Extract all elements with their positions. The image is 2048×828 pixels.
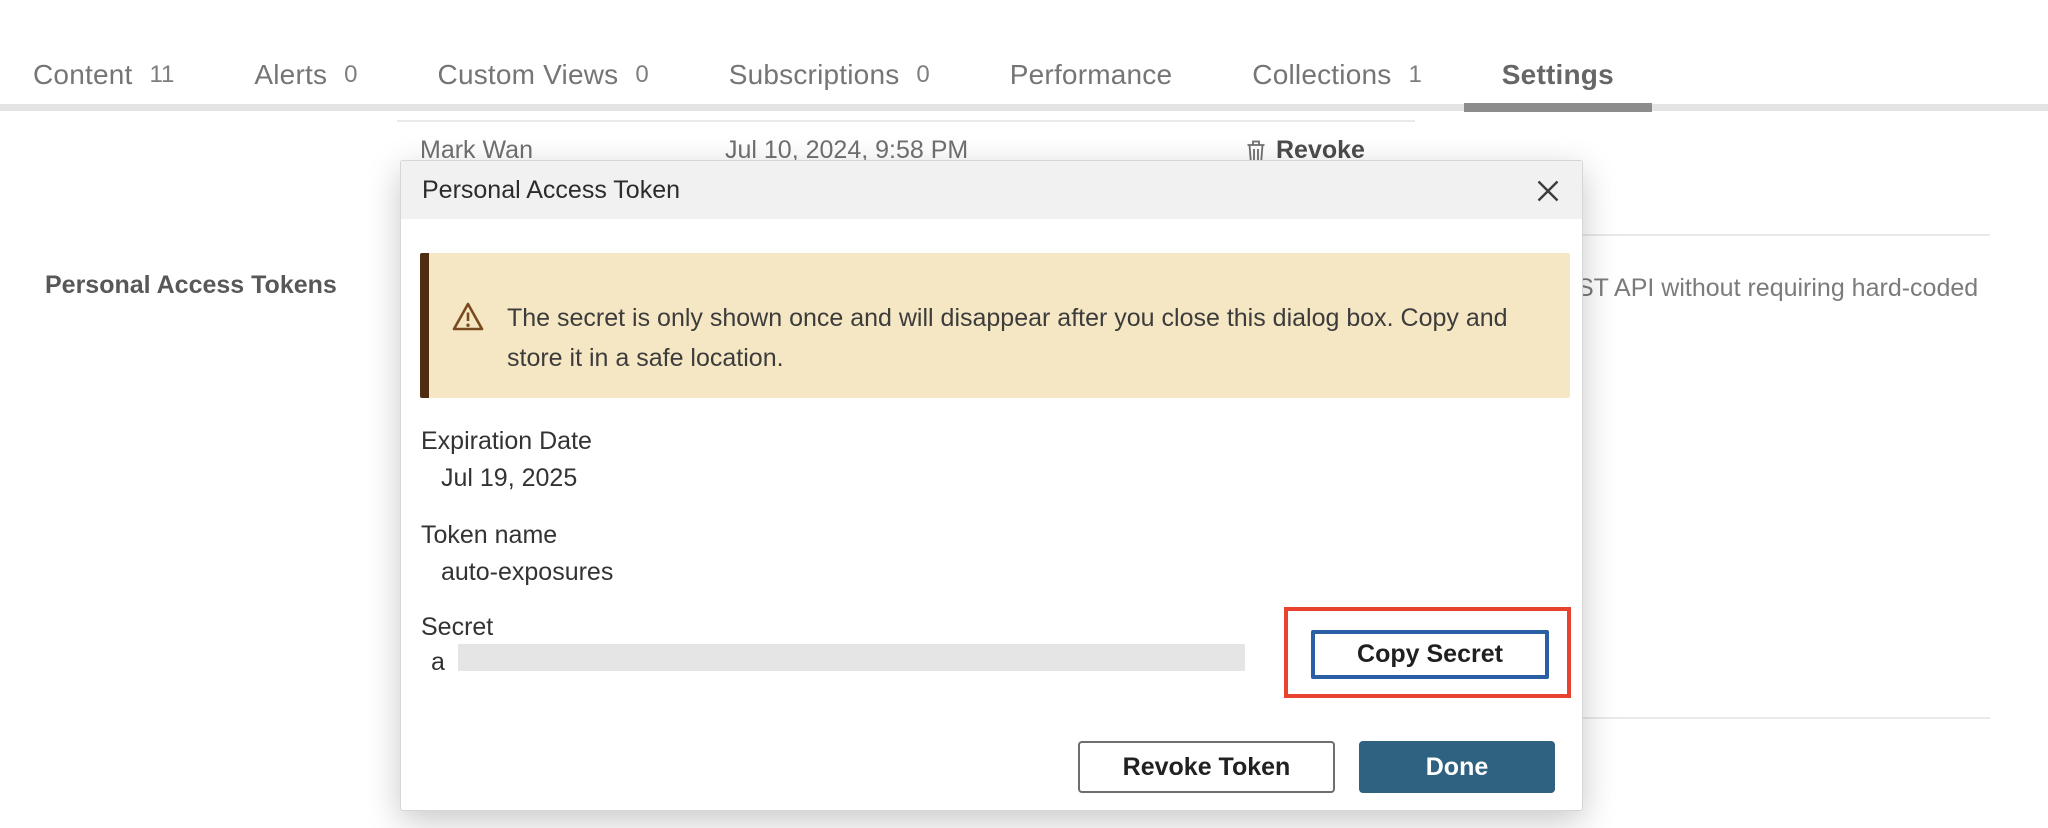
tabbar-underline (0, 104, 2048, 111)
dialog-title: Personal Access Token (422, 161, 680, 219)
tab-count: 0 (635, 61, 648, 91)
tab-label: Alerts (254, 59, 327, 91)
tab-content[interactable]: Content 11 (0, 0, 214, 104)
table-row-divider (397, 120, 1415, 122)
token-name-value: auto-exposures (441, 558, 613, 587)
tab-count: 0 (916, 61, 929, 91)
tab-subscriptions[interactable]: Subscriptions 0 (689, 0, 970, 104)
tab-count: 1 (1408, 61, 1421, 91)
expiration-date-label: Expiration Date (421, 427, 592, 456)
tab-settings[interactable]: Settings (1462, 0, 1654, 104)
copy-secret-button[interactable]: Copy Secret (1311, 630, 1549, 679)
revoke-token-button[interactable]: Revoke Token (1078, 741, 1335, 793)
tab-collections[interactable]: Collections 1 (1212, 0, 1462, 104)
tab-count: 0 (344, 61, 357, 91)
tab-label: Collections (1252, 59, 1391, 91)
dialog-header: Personal Access Token (401, 161, 1582, 219)
token-name-label: Token name (421, 521, 557, 550)
expiration-date-value: Jul 19, 2025 (441, 464, 577, 493)
secret-value-visible: a (431, 648, 445, 677)
done-button[interactable]: Done (1359, 741, 1555, 793)
tab-custom-views[interactable]: Custom Views 0 (398, 0, 689, 104)
tab-performance[interactable]: Performance (970, 0, 1213, 104)
personal-access-token-dialog: Personal Access Token The secret is only… (400, 160, 1583, 811)
close-icon[interactable] (1532, 175, 1564, 207)
section-description-fragment: ST API without requiring hard-coded (1577, 274, 1978, 303)
tab-label: Settings (1502, 59, 1614, 91)
tab-alerts[interactable]: Alerts 0 (214, 0, 397, 104)
site-tabbar: Content 11 Alerts 0 Custom Views 0 Subsc… (0, 0, 1654, 104)
tab-count: 11 (149, 61, 174, 91)
tab-label: Content (33, 59, 132, 91)
tab-label: Performance (1010, 59, 1173, 91)
secret-redacted-bar (458, 644, 1245, 671)
section-label-personal-access-tokens: Personal Access Tokens (45, 271, 337, 300)
secret-label: Secret (421, 613, 493, 642)
warning-icon (451, 301, 485, 398)
tab-label: Custom Views (438, 59, 619, 91)
tab-label: Subscriptions (729, 59, 900, 91)
warning-banner: The secret is only shown once and will d… (420, 253, 1570, 398)
warning-text: The secret is only shown once and will d… (507, 298, 1540, 398)
